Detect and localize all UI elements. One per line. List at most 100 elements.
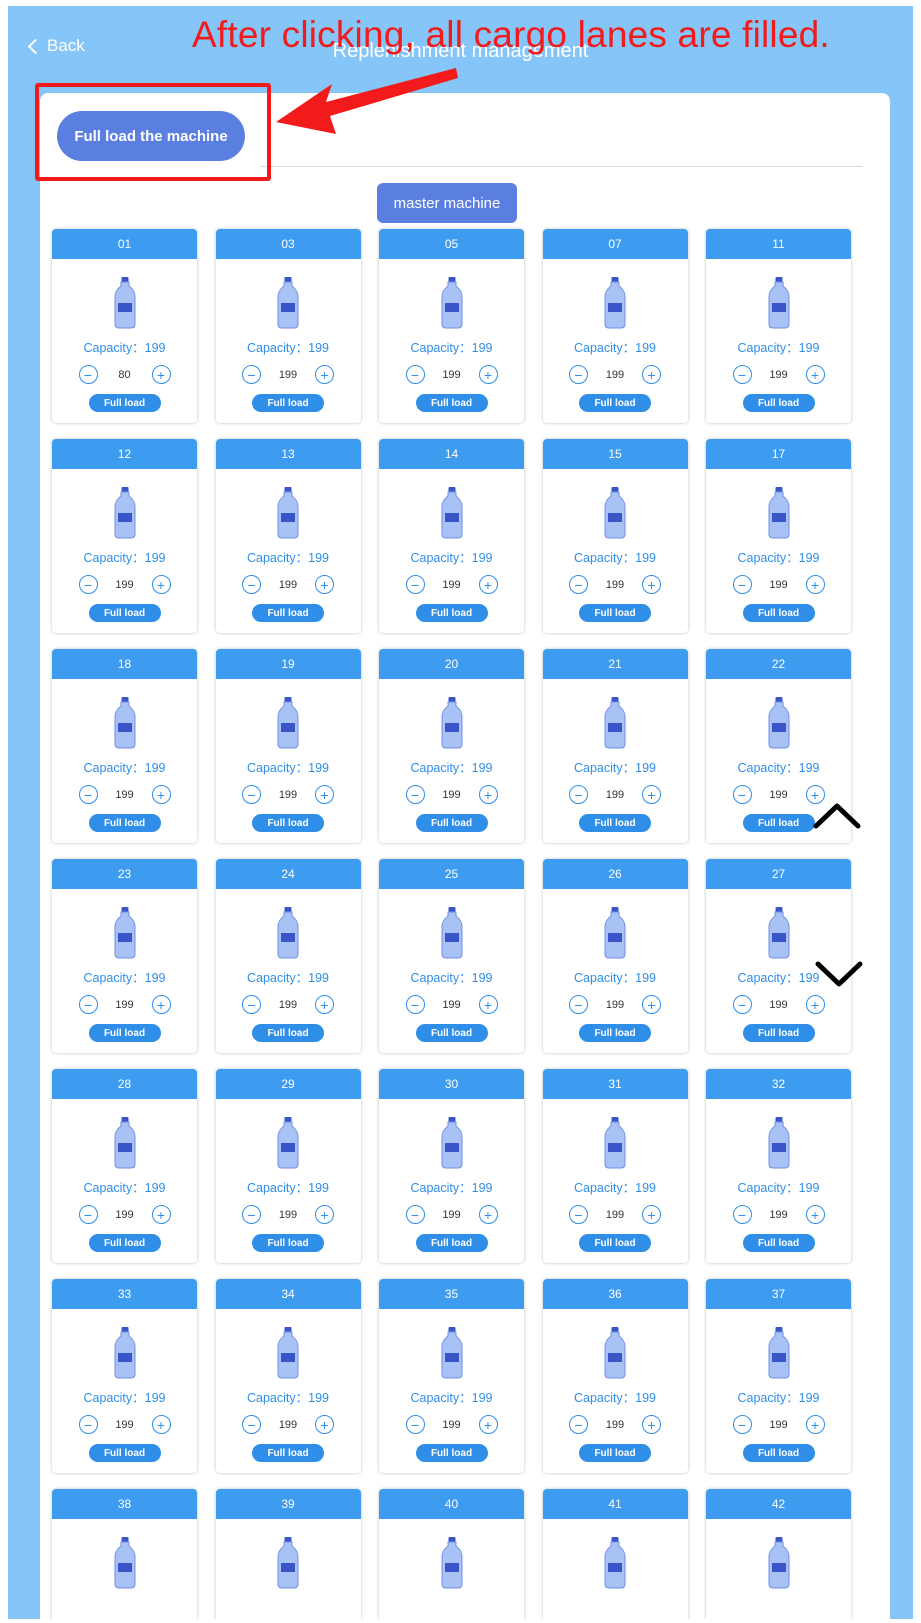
master-machine-tab[interactable]: master machine (377, 183, 517, 223)
full-load-lane-button[interactable]: Full load (88, 1024, 161, 1042)
full-load-lane-button[interactable]: Full load (742, 604, 815, 622)
minus-circle-icon[interactable]: − (78, 995, 98, 1014)
quantity-value[interactable]: 199 (764, 1209, 794, 1221)
minus-circle-icon[interactable]: − (732, 1415, 752, 1434)
quantity-value[interactable]: 199 (273, 789, 303, 801)
full-load-lane-button[interactable]: Full load (252, 814, 324, 832)
quantity-value[interactable]: 199 (437, 999, 467, 1011)
plus-circle-icon[interactable]: + (315, 1415, 334, 1434)
minus-circle-icon[interactable]: − (78, 785, 98, 804)
full-load-lane-button[interactable]: Full load (579, 814, 651, 832)
plus-circle-icon[interactable]: + (478, 575, 498, 594)
full-load-lane-button[interactable]: Full load (742, 1444, 815, 1462)
full-load-lane-button[interactable]: Full load (579, 1234, 651, 1252)
quantity-value[interactable]: 199 (600, 789, 630, 801)
quantity-value[interactable]: 199 (110, 1419, 140, 1431)
full-load-lane-button[interactable]: Full load (742, 1024, 815, 1042)
minus-circle-icon[interactable]: − (242, 995, 261, 1014)
quantity-value[interactable]: 199 (437, 1419, 467, 1431)
full-load-lane-button[interactable]: Full load (88, 814, 161, 832)
quantity-value[interactable]: 199 (437, 579, 467, 591)
minus-circle-icon[interactable]: − (732, 1205, 752, 1224)
quantity-value[interactable]: 199 (110, 789, 140, 801)
quantity-value[interactable]: 199 (437, 789, 467, 801)
minus-circle-icon[interactable]: − (569, 1415, 588, 1434)
plus-circle-icon[interactable]: + (151, 1205, 171, 1224)
quantity-value[interactable]: 80 (110, 369, 140, 381)
minus-circle-icon[interactable]: − (405, 1205, 425, 1224)
minus-circle-icon[interactable]: − (732, 995, 752, 1014)
minus-circle-icon[interactable]: − (405, 995, 425, 1014)
full-load-lane-button[interactable]: Full load (415, 1024, 488, 1042)
plus-circle-icon[interactable]: + (805, 1415, 825, 1434)
quantity-value[interactable]: 199 (273, 579, 303, 591)
minus-circle-icon[interactable]: − (405, 575, 425, 594)
plus-circle-icon[interactable]: + (642, 575, 661, 594)
full-load-lane-button[interactable]: Full load (252, 1444, 324, 1462)
plus-circle-icon[interactable]: + (642, 1205, 661, 1224)
full-load-lane-button[interactable]: Full load (415, 814, 488, 832)
plus-circle-icon[interactable]: + (642, 1415, 661, 1434)
full-load-lane-button[interactable]: Full load (252, 1234, 324, 1252)
minus-circle-icon[interactable]: − (242, 575, 261, 594)
quantity-value[interactable]: 199 (764, 579, 794, 591)
quantity-value[interactable]: 199 (110, 1209, 140, 1221)
full-load-lane-button[interactable]: Full load (579, 1024, 651, 1042)
plus-circle-icon[interactable]: + (315, 1205, 334, 1224)
plus-circle-icon[interactable]: + (805, 575, 825, 594)
full-load-lane-button[interactable]: Full load (742, 394, 815, 412)
full-load-lane-button[interactable]: Full load (579, 604, 651, 622)
minus-circle-icon[interactable]: − (569, 995, 588, 1014)
plus-circle-icon[interactable]: + (805, 995, 825, 1014)
plus-circle-icon[interactable]: + (151, 365, 171, 384)
minus-circle-icon[interactable]: − (78, 365, 98, 384)
plus-circle-icon[interactable]: + (315, 365, 334, 384)
quantity-value[interactable]: 199 (273, 1209, 303, 1221)
full-load-lane-button[interactable]: Full load (415, 604, 488, 622)
minus-circle-icon[interactable]: − (569, 365, 588, 384)
full-load-lane-button[interactable]: Full load (88, 394, 161, 412)
minus-circle-icon[interactable]: − (405, 1415, 425, 1434)
plus-circle-icon[interactable]: + (478, 995, 498, 1014)
full-load-lane-button[interactable]: Full load (415, 1234, 488, 1252)
quantity-value[interactable]: 199 (273, 999, 303, 1011)
full-load-lane-button[interactable]: Full load (88, 1234, 161, 1252)
quantity-value[interactable]: 199 (273, 1419, 303, 1431)
plus-circle-icon[interactable]: + (151, 785, 171, 804)
plus-circle-icon[interactable]: + (478, 1205, 498, 1224)
minus-circle-icon[interactable]: − (405, 785, 425, 804)
minus-circle-icon[interactable]: − (78, 1205, 98, 1224)
plus-circle-icon[interactable]: + (642, 995, 661, 1014)
full-load-lane-button[interactable]: Full load (88, 1444, 161, 1462)
quantity-value[interactable]: 199 (110, 579, 140, 591)
chevron-down-icon[interactable] (814, 956, 864, 990)
minus-circle-icon[interactable]: − (732, 785, 752, 804)
minus-circle-icon[interactable]: − (242, 1415, 261, 1434)
plus-circle-icon[interactable]: + (151, 1415, 171, 1434)
quantity-value[interactable]: 199 (110, 999, 140, 1011)
minus-circle-icon[interactable]: − (242, 785, 261, 804)
full-load-lane-button[interactable]: Full load (88, 604, 161, 622)
quantity-value[interactable]: 199 (764, 789, 794, 801)
full-load-lane-button[interactable]: Full load (415, 394, 488, 412)
full-load-lane-button[interactable]: Full load (742, 814, 815, 832)
quantity-value[interactable]: 199 (600, 1209, 630, 1221)
quantity-value[interactable]: 199 (437, 369, 467, 381)
chevron-up-icon[interactable] (812, 798, 862, 832)
quantity-value[interactable]: 199 (764, 369, 794, 381)
plus-circle-icon[interactable]: + (642, 365, 661, 384)
plus-circle-icon[interactable]: + (478, 1415, 498, 1434)
quantity-value[interactable]: 199 (600, 1419, 630, 1431)
full-load-lane-button[interactable]: Full load (252, 1024, 324, 1042)
full-load-lane-button[interactable]: Full load (252, 604, 324, 622)
plus-circle-icon[interactable]: + (315, 995, 334, 1014)
quantity-value[interactable]: 199 (600, 369, 630, 381)
quantity-value[interactable]: 199 (600, 579, 630, 591)
quantity-value[interactable]: 199 (764, 1419, 794, 1431)
plus-circle-icon[interactable]: + (151, 995, 171, 1014)
plus-circle-icon[interactable]: + (478, 365, 498, 384)
minus-circle-icon[interactable]: − (732, 575, 752, 594)
plus-circle-icon[interactable]: + (315, 575, 334, 594)
minus-circle-icon[interactable]: − (242, 1205, 261, 1224)
plus-circle-icon[interactable]: + (315, 785, 334, 804)
